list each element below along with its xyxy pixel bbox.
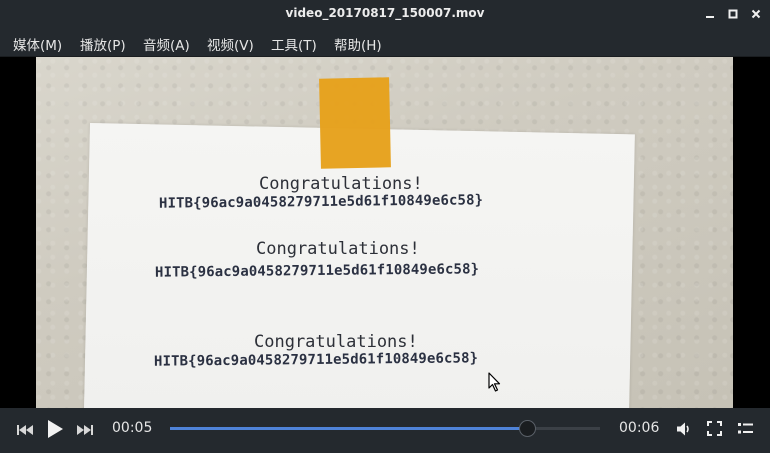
title-bar: video_20170817_150007.mov xyxy=(0,0,770,28)
minimize-icon xyxy=(706,16,714,18)
video-area[interactable]: Congratulations! HITB{96ac9a0458279711e5… xyxy=(0,57,770,408)
volume-button[interactable] xyxy=(675,420,693,438)
menu-audio[interactable]: 音频(A) xyxy=(143,34,190,54)
volume-icon xyxy=(677,422,689,436)
congrats-text: Congratulations! xyxy=(256,239,420,259)
playlist-icon xyxy=(738,423,753,434)
flag-text: HITB{96ac9a0458279711e5d61f10849e6c58} xyxy=(158,192,484,212)
close-icon xyxy=(751,9,761,19)
mouse-pointer-icon xyxy=(488,372,501,392)
playback-controls: 00:05 00:06 xyxy=(0,408,770,453)
window-title: video_20170817_150007.mov xyxy=(285,6,485,20)
menu-tools[interactable]: 工具(T) xyxy=(271,34,317,54)
congrats-text: Congratulations! xyxy=(254,332,418,352)
play-button[interactable] xyxy=(44,418,66,440)
flag-text: HITB{96ac9a0458279711e5d61f10849e6c58} xyxy=(153,350,479,370)
fullscreen-icon xyxy=(707,421,722,436)
seek-handle[interactable] xyxy=(518,420,536,437)
seek-progress xyxy=(170,427,527,430)
close-button[interactable] xyxy=(749,7,763,21)
playlist-button[interactable] xyxy=(737,420,754,437)
menu-media[interactable]: 媒体(M) xyxy=(13,34,62,54)
next-button[interactable] xyxy=(75,422,95,438)
previous-button[interactable] xyxy=(15,422,35,438)
maximize-button[interactable] xyxy=(726,7,740,21)
maximize-icon xyxy=(728,9,738,19)
fullscreen-button[interactable] xyxy=(706,420,723,437)
time-total: 00:06 xyxy=(619,420,660,436)
menu-help[interactable]: 帮助(H) xyxy=(334,34,382,54)
time-elapsed: 00:05 xyxy=(112,420,153,436)
video-frame[interactable]: Congratulations! HITB{96ac9a0458279711e5… xyxy=(36,57,733,408)
skip-next-icon xyxy=(77,425,93,435)
yellow-tape xyxy=(319,77,391,169)
menu-playback[interactable]: 播放(P) xyxy=(80,34,126,54)
menu-video[interactable]: 视频(V) xyxy=(207,34,254,54)
skip-previous-icon xyxy=(17,425,33,435)
minimize-button[interactable] xyxy=(703,7,717,21)
congrats-text: Congratulations! xyxy=(259,174,423,194)
play-icon xyxy=(48,420,63,438)
seek-bar[interactable] xyxy=(170,420,600,437)
menu-bar: 媒体(M) 播放(P) 音频(A) 视频(V) 工具(T) 帮助(H) xyxy=(0,28,770,57)
flag-text: HITB{96ac9a0458279711e5d61f10849e6c58} xyxy=(154,261,480,281)
